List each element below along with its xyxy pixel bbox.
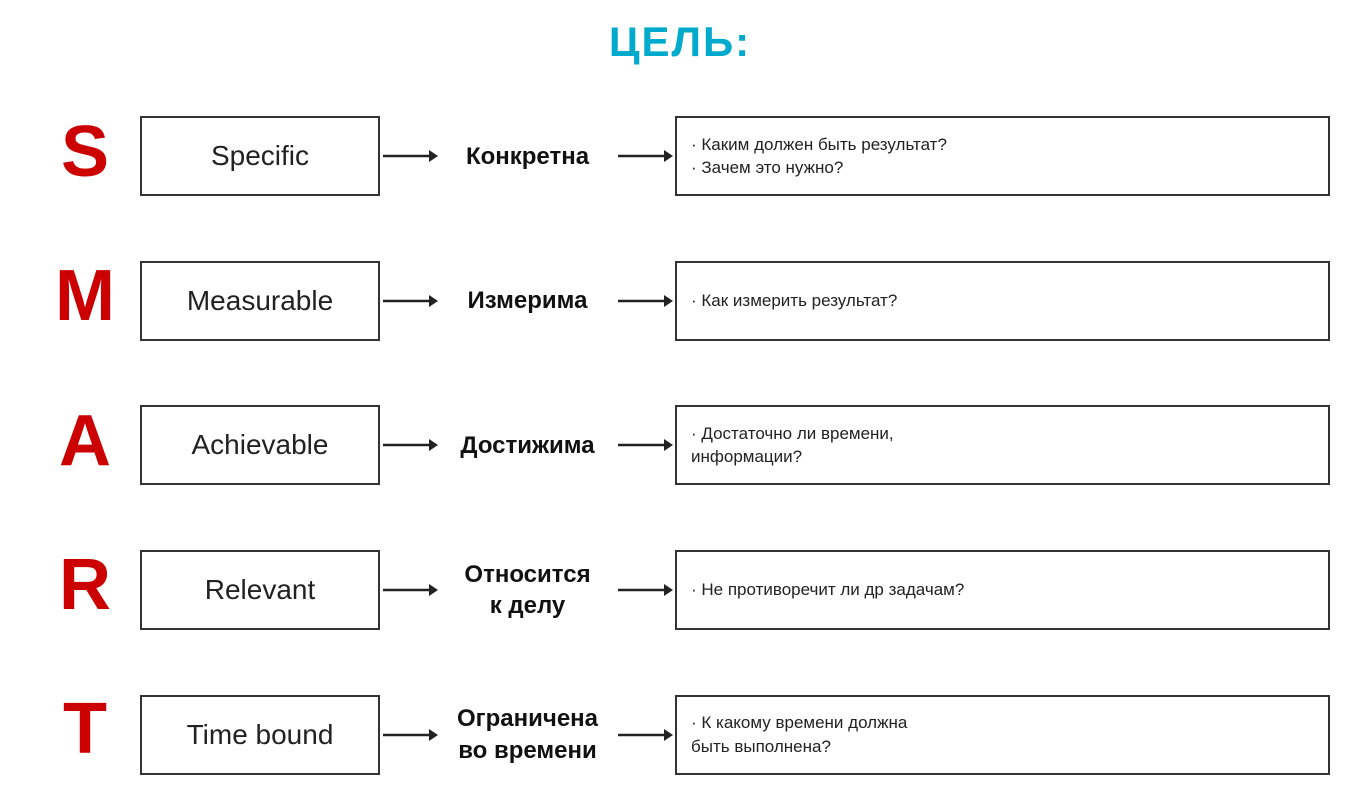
row-achievable: Achievable Достижима · Достаточно ли вре… [140, 376, 1330, 515]
rus-achievable: Достижима [440, 430, 615, 461]
arrow-relevant [380, 580, 440, 600]
arrow-specific [380, 146, 440, 166]
desc-specific: · Каким должен быть результат?· Зачем эт… [675, 116, 1330, 196]
rus-specific: Конкретна [440, 141, 615, 172]
smart-framework: S M A R T Specific Конкретна · Каким дол… [30, 80, 1330, 811]
eng-measurable: Measurable [140, 261, 380, 341]
arrow-timebound [380, 725, 440, 745]
desc-measurable: · Как измерить результат? [675, 261, 1330, 341]
arrow2-relevant [615, 580, 675, 600]
eng-specific: Specific [140, 116, 380, 196]
letter-s: S [61, 80, 109, 224]
row-timebound: Time bound Ограниченаво времени · К како… [140, 665, 1330, 804]
letter-m: M [55, 224, 115, 368]
smart-letters-column: S M A R T [30, 80, 140, 811]
rus-relevant: Относитсяк делу [440, 559, 615, 621]
eng-relevant: Relevant [140, 550, 380, 630]
letter-t: T [63, 657, 107, 801]
row-measurable: Measurable Измерима · Как измерить резул… [140, 232, 1330, 371]
arrow2-achievable [615, 435, 675, 455]
arrow2-timebound [615, 725, 675, 745]
smart-rows: Specific Конкретна · Каким должен быть р… [140, 80, 1330, 811]
eng-timebound: Time bound [140, 695, 380, 775]
row-relevant: Relevant Относитсяк делу · Не противореч… [140, 521, 1330, 660]
arrow2-specific [615, 146, 675, 166]
letter-a: A [59, 368, 111, 512]
desc-relevant: · Не противоречит ли др задачам? [675, 550, 1330, 630]
letter-r: R [59, 513, 111, 657]
arrow-measurable [380, 291, 440, 311]
rus-timebound: Ограниченаво времени [440, 703, 615, 765]
arrow2-measurable [615, 291, 675, 311]
desc-timebound: · К какому времени должнабыть выполнена? [675, 695, 1330, 775]
desc-achievable: · Достаточно ли времени,информации? [675, 405, 1330, 485]
rus-measurable: Измерима [440, 285, 615, 316]
row-specific: Specific Конкретна · Каким должен быть р… [140, 87, 1330, 226]
eng-achievable: Achievable [140, 405, 380, 485]
page-title: ЦЕЛЬ: [609, 18, 751, 66]
arrow-achievable [380, 435, 440, 455]
